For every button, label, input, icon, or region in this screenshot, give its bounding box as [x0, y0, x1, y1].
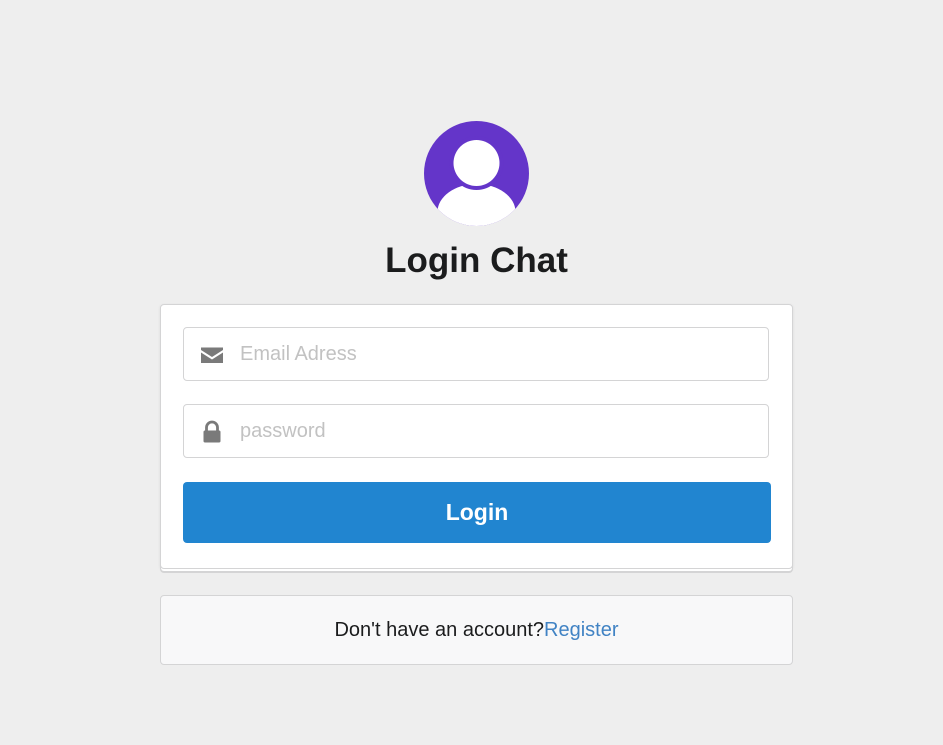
login-page: Login Chat Login Don't have an accou: [0, 0, 943, 745]
register-prompt: Don't have an account?: [334, 619, 545, 641]
page-title: Login Chat: [385, 241, 568, 280]
user-icon: [424, 121, 529, 226]
register-message: Don't have an account?Register: [160, 595, 793, 665]
login-form-card: Login: [160, 304, 793, 569]
password-field[interactable]: [183, 404, 769, 458]
register-link[interactable]: Register: [544, 619, 618, 641]
lock-icon: [200, 420, 224, 444]
password-input[interactable]: [240, 405, 760, 457]
email-field[interactable]: [183, 327, 769, 381]
login-button[interactable]: Login: [183, 482, 771, 543]
email-input[interactable]: [240, 328, 760, 380]
envelope-icon: [200, 343, 224, 367]
